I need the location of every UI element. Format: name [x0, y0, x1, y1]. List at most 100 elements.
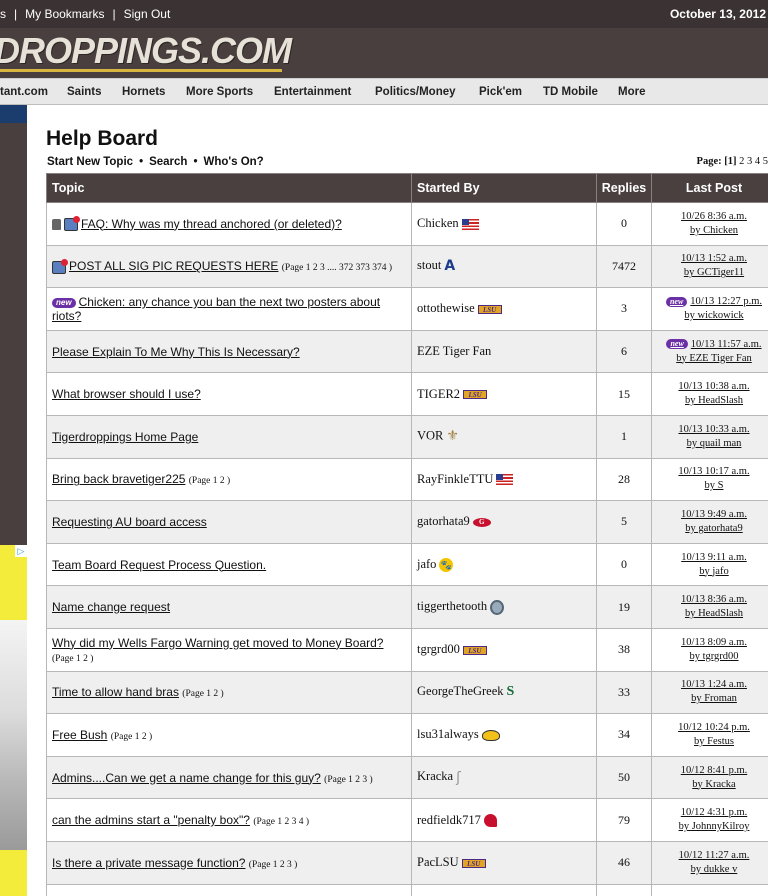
last-post-author[interactable]: by Froman: [691, 693, 737, 704]
starter-name[interactable]: PacLSU: [417, 855, 459, 869]
topic-link[interactable]: Requesting AU board access: [52, 515, 207, 529]
topic-link[interactable]: Please Explain To Me Why This Is Necessa…: [52, 345, 300, 359]
last-post-author[interactable]: by jafo: [699, 566, 728, 577]
start-new-topic-link[interactable]: Start New Topic: [47, 156, 133, 168]
starter-name[interactable]: tgrgrd00: [417, 642, 460, 656]
last-post-author[interactable]: by tgrgrd00: [689, 651, 738, 662]
left-ad[interactable]: ▷: [0, 545, 27, 896]
starter-name[interactable]: TIGER2: [417, 387, 460, 401]
last-post-time[interactable]: 10/12 8:41 p.m.: [681, 765, 748, 776]
topic-link[interactable]: Chicken: any chance you ban the next two…: [52, 295, 380, 323]
site-logo[interactable]: DROPPINGS.COM: [0, 30, 292, 72]
nav-item-td-mobile[interactable]: TD Mobile: [543, 86, 598, 98]
starter-name[interactable]: RayFinkleTTU: [417, 472, 493, 486]
nav-item-entertainment[interactable]: Entertainment: [274, 86, 351, 98]
topic-link[interactable]: FAQ: Why was my thread anchored (or dele…: [81, 217, 342, 231]
last-post-author[interactable]: by quail man: [687, 438, 742, 449]
last-post-author[interactable]: by HeadSlash: [685, 608, 743, 619]
last-post-time[interactable]: 10/13 12:27 p.m.: [690, 296, 762, 307]
last-post-time[interactable]: 10/13 10:33 a.m.: [678, 424, 749, 435]
starter-name[interactable]: ottothewise: [417, 301, 475, 315]
table-row: Tigerdroppings Home Page VOR ⚜ 1 10/13 10…: [46, 414, 768, 459]
last-post-author[interactable]: by S: [705, 480, 724, 491]
last-post-time[interactable]: 10/12 11:27 a.m.: [679, 850, 750, 861]
starter-name[interactable]: GeorgeTheGreek: [417, 684, 504, 698]
topic-link[interactable]: can the admins start a "penalty box"?: [52, 813, 250, 827]
topic-link[interactable]: Why did my Wells Fargo Warning get moved…: [52, 636, 383, 650]
replies-cell: [596, 883, 652, 896]
last-post-author[interactable]: by wickowick: [684, 310, 743, 321]
starter-name[interactable]: EZE Tiger Fan: [417, 344, 491, 358]
starter-name[interactable]: VOR: [417, 429, 443, 443]
starter-name[interactable]: stout: [417, 258, 441, 272]
starter-name[interactable]: tiggerthetooth: [417, 599, 487, 613]
whos-on-link[interactable]: Who's On?: [203, 156, 263, 168]
topic-link[interactable]: Tigerdroppings Home Page: [52, 430, 198, 444]
page-links[interactable]: (Page 1 2 ): [182, 689, 223, 699]
col-header-topic[interactable]: Topic: [46, 173, 412, 203]
last-post-time[interactable]: 10/13 10:38 a.m.: [678, 381, 749, 392]
page-links[interactable]: (Page 1 2 3 4 ): [253, 817, 309, 827]
search-link[interactable]: Search: [149, 156, 187, 168]
col-header-replies[interactable]: Replies: [596, 173, 652, 203]
last-post-author[interactable]: by EZE Tiger Fan: [676, 353, 752, 364]
topic-link[interactable]: Bring back bravetiger225: [52, 472, 185, 486]
page-links[interactable]: (Page 1 2 ): [189, 476, 230, 486]
page-links[interactable]: (Page 1 2 3 .... 372 373 374 ): [282, 263, 392, 273]
topic-link[interactable]: Free Bush: [52, 728, 107, 742]
last-post-author[interactable]: by Kracka: [692, 779, 735, 790]
last-post-author[interactable]: by HeadSlash: [685, 395, 743, 406]
last-post-author[interactable]: by dukke v: [691, 864, 738, 875]
topic-link[interactable]: What browser should I use?: [52, 387, 201, 401]
topic-link[interactable]: Time to allow hand bras: [52, 685, 179, 699]
nav-item-hornets[interactable]: Hornets: [122, 86, 165, 98]
starter-name[interactable]: jafo: [417, 557, 436, 571]
starter-name[interactable]: Chicken: [417, 216, 459, 230]
last-post-time[interactable]: 10/13 9:11 a.m.: [681, 552, 747, 563]
topic-link[interactable]: Team Board Request Process Question.: [52, 558, 266, 572]
last-post-time[interactable]: 10/13 11:57 a.m.: [691, 339, 762, 350]
last-post-time[interactable]: 10/26 8:36 a.m.: [681, 211, 747, 222]
replies-cell: 0: [596, 202, 652, 246]
starter-name[interactable]: redfieldk717: [417, 813, 481, 827]
link-sign-out[interactable]: Sign Out: [124, 7, 171, 21]
last-post-time[interactable]: 10/13 8:36 a.m.: [681, 594, 747, 605]
last-post-time[interactable]: 10/13 10:17 a.m.: [678, 466, 749, 477]
pager-pages[interactable]: 2 3 4 5: [739, 156, 768, 167]
link-my-bookmarks[interactable]: My Bookmarks: [25, 7, 104, 21]
link-partial[interactable]: s: [0, 7, 6, 21]
last-post-author[interactable]: by GCTiger11: [684, 267, 744, 278]
nav-item-more-sports[interactable]: More Sports: [186, 86, 253, 98]
last-post-author[interactable]: by gatorhata9: [685, 523, 742, 534]
last-post-author[interactable]: by JohnnyKilroy: [679, 821, 750, 832]
last-post-author[interactable]: by Chicken: [690, 225, 738, 236]
topic-link[interactable]: POST ALL SIG PIC REQUESTS HERE: [69, 259, 278, 273]
nav-item-partial[interactable]: tant.com: [0, 86, 48, 98]
last-post-author[interactable]: by Festus: [694, 736, 734, 747]
page-links[interactable]: (Page 1 2 ): [52, 654, 93, 664]
topic-link[interactable]: Name change request: [52, 600, 170, 614]
page-links[interactable]: (Page 1 2 3 ): [249, 860, 298, 870]
nav-item-politics-money[interactable]: Politics/Money: [375, 86, 456, 98]
col-header-started-by[interactable]: Started By: [411, 173, 597, 203]
starter-name[interactable]: Kracka: [417, 769, 453, 783]
last-post-time[interactable]: 10/13 1:24 a.m.: [681, 679, 747, 690]
topic-link[interactable]: Admins....Can we get a name change for t…: [52, 771, 321, 785]
last-post-time[interactable]: 10/13 9:49 a.m.: [681, 509, 747, 520]
last-post-time[interactable]: 10/13 1:52 a.m.: [681, 253, 747, 264]
page-links[interactable]: (Page 1 2 ): [111, 732, 152, 742]
table-row: can the admins start a "penalty box"? (P…: [46, 798, 768, 842]
page-links[interactable]: (Page 1 2 3 ): [324, 775, 373, 785]
last-post-time[interactable]: 10/13 8:09 a.m.: [681, 637, 747, 648]
topic-link[interactable]: Is there a private message function?: [52, 856, 245, 870]
starter-name[interactable]: gatorhata9: [417, 514, 470, 528]
ad-choices-icon[interactable]: ▷: [15, 545, 27, 557]
starter-cell: Kracka ʃ: [411, 755, 597, 800]
nav-item-saints[interactable]: Saints: [67, 86, 102, 98]
starter-name[interactable]: lsu31always: [417, 727, 479, 741]
last-post-time[interactable]: 10/12 4:31 p.m.: [681, 807, 748, 818]
nav-item-more[interactable]: More: [618, 86, 645, 98]
nav-item-pickem[interactable]: Pick'em: [479, 86, 522, 98]
col-header-last-post[interactable]: Last Post: [651, 173, 768, 203]
last-post-time[interactable]: 10/12 10:24 p.m.: [678, 722, 750, 733]
